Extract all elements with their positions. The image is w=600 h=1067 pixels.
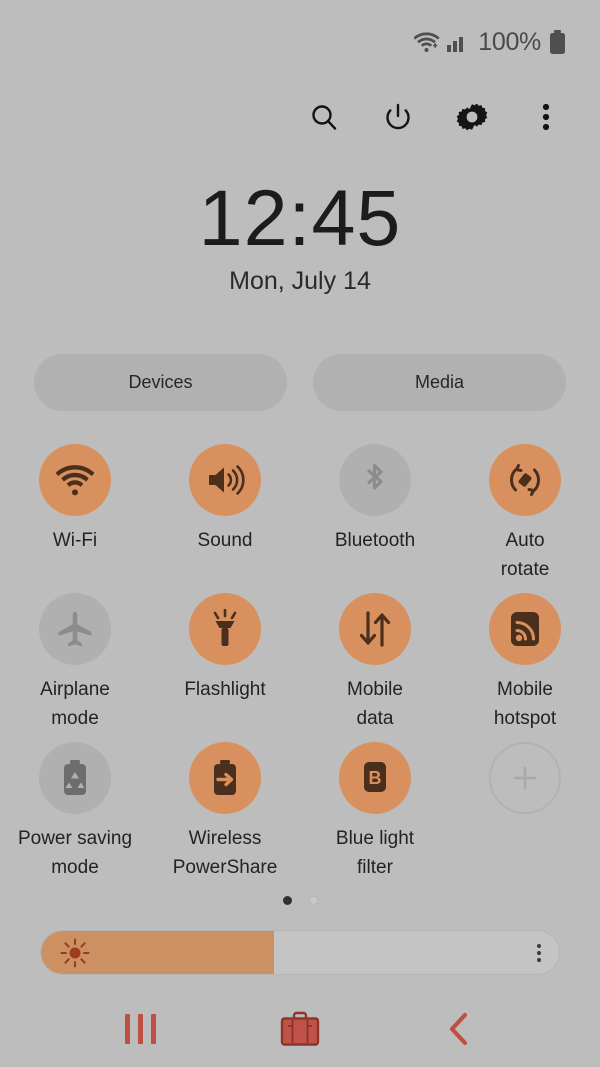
clock-time: 12:45: [198, 173, 402, 262]
shortcut-pill-row: Devices Media: [34, 354, 566, 411]
brightness-sun-icon: [60, 937, 90, 968]
quick-settings-header: [0, 86, 600, 148]
toggle-label: Flashlight: [184, 679, 266, 700]
toggle-label: Wi-Fi: [52, 530, 98, 551]
wifi-icon: [39, 444, 111, 516]
back-chevron-icon[interactable]: [425, 1004, 495, 1054]
power-share-icon: [189, 742, 261, 814]
toggle-label: Mobile data: [347, 679, 403, 729]
toggle-wireless-powershare[interactable]: Wireless PowerShare: [150, 742, 300, 882]
toggle-wifi[interactable]: Wi-Fi: [0, 444, 150, 584]
quick-toggle-grid: Wi-Fi Sound Bluetooth Auto rotate Airpla…: [0, 444, 600, 882]
clock-date: Mon, July 14: [229, 266, 371, 295]
page-indicator: [0, 896, 600, 905]
toggle-power-saving-mode[interactable]: Power saving mode: [0, 742, 150, 882]
cellular-signal-icon: [446, 32, 468, 52]
media-button[interactable]: Media: [313, 354, 566, 411]
slider-overflow-icon[interactable]: [537, 943, 541, 962]
add-button-icon: [489, 742, 561, 814]
page-dot-2[interactable]: [308, 896, 318, 905]
devices-button[interactable]: Devices: [34, 354, 287, 411]
recents-icon[interactable]: [105, 1004, 175, 1054]
toggle-label: Blue light filter: [335, 828, 415, 878]
status-bar: 100%: [0, 0, 600, 84]
brightness-slider[interactable]: [40, 930, 560, 975]
airplane-icon: [39, 593, 111, 665]
toggle-label: Bluetooth: [334, 530, 416, 551]
flashlight-icon: [189, 593, 261, 665]
settings-gear-icon[interactable]: [452, 97, 492, 137]
toggle-sound[interactable]: Sound: [150, 444, 300, 584]
power-icon[interactable]: [378, 97, 418, 137]
mobile-data-icon: [339, 593, 411, 665]
toggle-label: Power saving mode: [17, 828, 133, 878]
battery-full-icon: [549, 29, 566, 55]
add-toggle-button[interactable]: [450, 742, 600, 882]
toggle-label: Wireless PowerShare: [172, 828, 278, 878]
page-dot-1[interactable]: [282, 896, 292, 905]
toggle-mobile-hotspot[interactable]: Mobile hotspot: [450, 593, 600, 733]
toggle-label: Sound: [197, 530, 253, 551]
search-icon[interactable]: [304, 97, 344, 137]
battery-percent-label: 100%: [478, 27, 541, 56]
wifi-icon: [414, 31, 440, 53]
auto-rotate-icon: [489, 444, 561, 516]
mobile-hotspot-icon: [489, 593, 561, 665]
power-saving-icon: [39, 742, 111, 814]
toggle-label: Mobile hotspot: [493, 679, 557, 729]
toggle-airplane-mode[interactable]: Airplane mode: [0, 593, 150, 733]
toggle-bluetooth[interactable]: Bluetooth: [300, 444, 450, 584]
bluetooth-icon: [339, 444, 411, 516]
toggle-label: Airplane mode: [40, 679, 110, 729]
briefcase-home-icon[interactable]: [265, 1004, 335, 1054]
navigation-bar: [0, 990, 600, 1067]
toggle-label: Auto rotate: [500, 530, 550, 580]
toggle-mobile-data[interactable]: Mobile data: [300, 593, 450, 733]
toggle-blue-light-filter[interactable]: B Blue light filter: [300, 742, 450, 882]
toggle-auto-rotate[interactable]: Auto rotate: [450, 444, 600, 584]
overflow-menu-icon[interactable]: [526, 97, 566, 137]
toggle-flashlight[interactable]: Flashlight: [150, 593, 300, 733]
sound-icon: [189, 444, 261, 516]
blue-light-filter-icon: B: [339, 742, 411, 814]
quick-settings-panel: 100% 12:45 Mon, July 14 Devices Media Wi…: [0, 0, 600, 1067]
svg-text:B: B: [369, 768, 382, 788]
clock-widget[interactable]: 12:45 Mon, July 14: [0, 173, 600, 296]
